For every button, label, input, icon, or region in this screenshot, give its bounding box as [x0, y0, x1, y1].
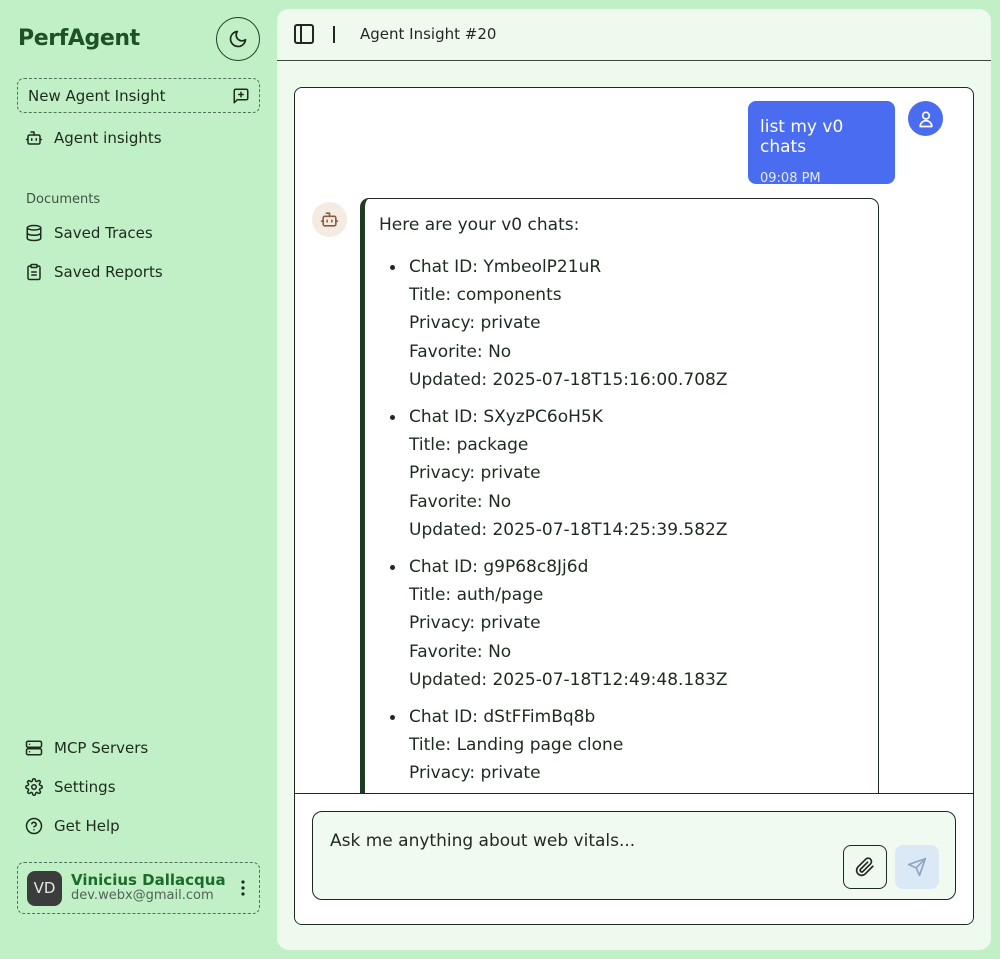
user-message-text: list my v0 chats	[760, 117, 844, 157]
chat-input[interactable]: Ask me anything about web vitals...	[312, 811, 956, 900]
paperclip-icon	[855, 857, 874, 877]
main-panel: Agent Insight #20 list my v0 chats 09:08…	[277, 9, 991, 950]
send-button[interactable]	[895, 845, 939, 889]
list-item: Chat ID: g9P68c8Jj6d Title: auth/page Pr…	[379, 553, 878, 694]
message-composer: Ask me anything about web vitals...	[295, 793, 973, 924]
chat-privacy: Privacy: private	[409, 313, 541, 334]
bot-icon	[25, 131, 43, 145]
chat-privacy: Privacy: private	[409, 613, 541, 634]
message-plus-icon	[233, 88, 249, 103]
bot-icon	[320, 212, 339, 227]
chat-id: Chat ID: SXyzPC6oH5K	[409, 407, 603, 428]
chat-privacy: Privacy: private	[409, 463, 541, 484]
chat-favorite: Favorite: No	[409, 641, 512, 662]
user-account-card[interactable]: VD Vinicius Dallacqua dev.webx@gmail.com	[17, 862, 260, 914]
server-icon	[25, 740, 43, 756]
sidebar-item-settings[interactable]: Settings	[25, 778, 116, 796]
panel-left-icon	[294, 24, 314, 44]
documents-section-label: Documents	[26, 192, 101, 207]
chat-title: Title: package	[409, 435, 529, 456]
chat-list: Chat ID: YmbeolP21uR Title: components P…	[379, 253, 878, 788]
theme-toggle-button[interactable]	[216, 17, 260, 61]
gear-icon	[25, 778, 43, 796]
user-avatar	[908, 101, 943, 136]
chat-id: Chat ID: g9P68c8Jj6d	[409, 557, 589, 578]
new-agent-insight-label: New Agent Insight	[28, 86, 166, 105]
chat-title: Title: auth/page	[409, 585, 544, 606]
user-icon	[918, 111, 933, 127]
sidebar-item-agent-insights[interactable]: Agent insights	[25, 129, 162, 147]
sidebar-item-label: Saved Traces	[54, 224, 153, 242]
sidebar-item-mcp-servers[interactable]: MCP Servers	[25, 739, 148, 757]
chat-favorite: Favorite: No	[409, 341, 512, 362]
assistant-avatar	[312, 202, 347, 237]
chat-container: list my v0 chats 09:08 PM Here are your …	[294, 87, 974, 925]
sidebar-item-label: Settings	[54, 778, 116, 796]
user-message-bubble: list my v0 chats 09:08 PM	[748, 101, 895, 186]
user-name: Vinicius Dallacqua	[71, 870, 226, 889]
sidebar-item-get-help[interactable]: Get Help	[25, 817, 120, 835]
user-info: Vinicius Dallacqua dev.webx@gmail.com	[71, 870, 235, 904]
more-vertical-icon[interactable]	[235, 880, 251, 896]
user-message-timestamp: 09:08 PM	[760, 171, 821, 186]
send-icon	[907, 857, 927, 877]
header: Agent Insight #20	[277, 9, 991, 61]
clipboard-icon	[27, 263, 41, 281]
sidebar-item-label: Agent insights	[54, 129, 162, 147]
attach-button[interactable]	[843, 845, 887, 889]
moon-icon	[229, 30, 247, 48]
assistant-message-bubble: Here are your v0 chats: Chat ID: YmbeolP…	[360, 198, 879, 818]
list-item: Chat ID: SXyzPC6oH5K Title: package Priv…	[379, 403, 878, 544]
chat-id: Chat ID: dStFFimBq8b	[409, 707, 596, 728]
sidebar-item-saved-traces[interactable]: Saved Traces	[25, 224, 153, 242]
sidebar-item-label: MCP Servers	[54, 739, 149, 757]
chat-updated: Updated: 2025-07-18T12:49:48.183Z	[409, 669, 728, 690]
app-logo: PerfAgent	[18, 26, 140, 51]
new-agent-insight-button[interactable]: New Agent Insight	[17, 78, 260, 113]
list-item: Chat ID: dStFFimBq8b Title: Landing page…	[379, 703, 878, 788]
chat-favorite: Favorite: No	[409, 491, 512, 512]
sidebar-item-label: Get Help	[54, 817, 120, 835]
page-title: Agent Insight #20	[360, 25, 497, 43]
list-item: Chat ID: YmbeolP21uR Title: components P…	[379, 253, 878, 394]
avatar: VD	[27, 870, 62, 906]
sidebar-item-label: Saved Reports	[54, 263, 163, 281]
chat-title: Title: Landing page clone	[409, 735, 624, 756]
sidebar-toggle-button[interactable]	[292, 22, 316, 46]
chat-id: Chat ID: YmbeolP21uR	[409, 257, 602, 277]
chat-updated: Updated: 2025-07-18T14:25:39.582Z	[409, 519, 728, 540]
assistant-message-intro: Here are your v0 chats:	[379, 215, 580, 235]
user-email: dev.webx@gmail.com	[71, 888, 214, 904]
header-divider	[333, 26, 335, 43]
help-circle-icon	[25, 817, 43, 835]
chat-privacy: Privacy: private	[409, 763, 541, 784]
chat-updated: Updated: 2025-07-18T15:16:00.708Z	[409, 369, 728, 390]
database-icon	[26, 224, 42, 242]
chat-title: Title: components	[409, 285, 562, 306]
sidebar-item-saved-reports[interactable]: Saved Reports	[25, 263, 163, 281]
